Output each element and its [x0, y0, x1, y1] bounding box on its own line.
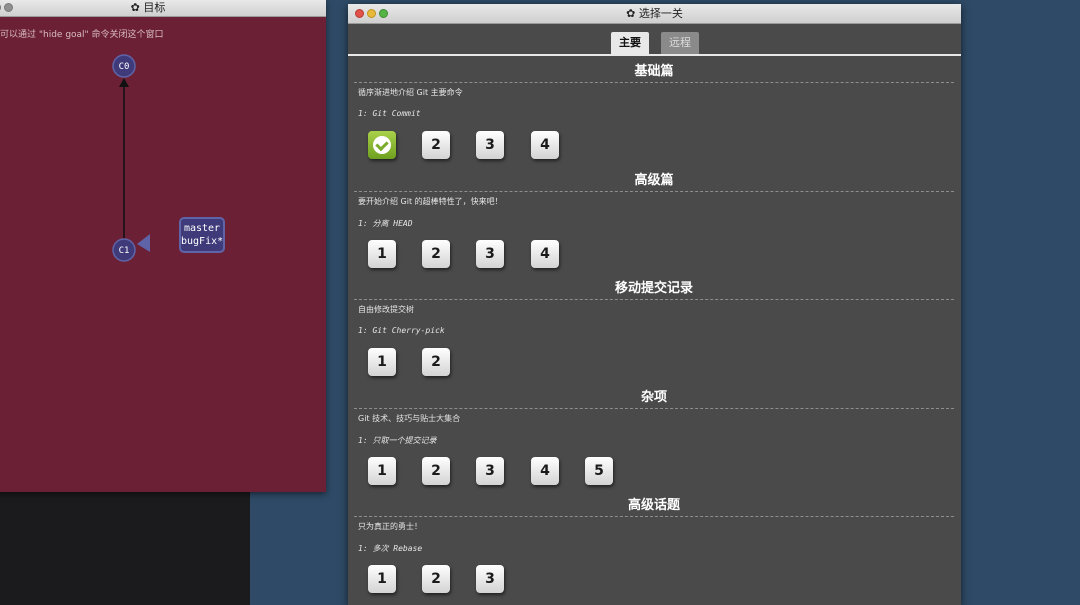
- tab-main[interactable]: 主要: [611, 32, 649, 54]
- section-moving-commits: 移动提交记录 自由修改提交树 1: Git Cherry-pick 1 2: [354, 279, 954, 376]
- level-button-3[interactable]: 3: [476, 240, 504, 268]
- section-advanced-topics: 高级话题 只为真正的勇士！ 1: 多次 Rebase 1 2 3: [354, 496, 954, 593]
- level-button-3[interactable]: 3: [476, 131, 504, 159]
- branch-bugfix: bugFix*: [181, 236, 224, 247]
- branch-pointer-arrow: [137, 234, 150, 252]
- section-description: 要开始介绍 Git 的超棒特性了，快来吧！: [358, 197, 503, 206]
- section-title: 移动提交记录: [354, 279, 954, 300]
- gear-icon: ✿: [626, 7, 636, 20]
- section-current-level: 1: 多次 Rebase: [358, 544, 423, 553]
- level-button-5[interactable]: 5: [585, 457, 613, 485]
- window-close-button[interactable]: [0, 3, 1, 12]
- commit-node-c1-label: C1: [119, 246, 130, 256]
- level-button-4[interactable]: 4: [531, 457, 559, 485]
- level-button-1[interactable]: [368, 131, 396, 159]
- branch-master: master: [183, 223, 221, 234]
- section-current-level: 1: 只取一个提交记录: [358, 436, 437, 445]
- section-description: 循序渐进地介绍 Git 主要命令: [358, 88, 463, 97]
- section-title: 杂项: [354, 388, 954, 409]
- section-current-level: 1: Git Commit: [358, 109, 421, 118]
- window-close-button[interactable]: [355, 9, 364, 18]
- level-button-1[interactable]: 1: [368, 240, 396, 268]
- window-minimize-button[interactable]: [4, 3, 13, 12]
- section-title: 高级篇: [354, 171, 954, 192]
- level-select-window: ✿ 选择一关 主要 远程 基础篇 循序渐进地介绍 Git 主要命令 1: Git…: [348, 4, 961, 605]
- level-window-title: 选择一关: [638, 7, 683, 20]
- level-button-1[interactable]: 1: [368, 565, 396, 593]
- branch-label[interactable]: master bugFix*: [179, 217, 225, 253]
- level-button-3[interactable]: 3: [476, 457, 504, 485]
- desktop-dark-area: [0, 490, 250, 605]
- gear-icon: ✿: [130, 1, 140, 14]
- section-description: 只为真正的勇士！: [358, 522, 422, 531]
- window-zoom-button[interactable]: [379, 9, 388, 18]
- level-button-2[interactable]: 2: [422, 565, 450, 593]
- edge-arrowhead: [119, 78, 129, 87]
- level-button-2[interactable]: 2: [422, 131, 450, 159]
- section-basics: 基础篇 循序渐进地介绍 Git 主要命令 1: Git Commit 2 3 4: [354, 62, 954, 159]
- level-button-2[interactable]: 2: [422, 348, 450, 376]
- goal-window: ✿ 目标 可以通过 "hide goal" 命令关闭这个窗口 C0 C1 mas…: [0, 0, 326, 492]
- level-button-1[interactable]: 1: [368, 457, 396, 485]
- tab-bar: 主要 远程: [348, 24, 961, 56]
- goal-window-title: 目标: [143, 1, 166, 14]
- tab-remote[interactable]: 远程: [661, 32, 699, 54]
- level-button-2[interactable]: 2: [422, 457, 450, 485]
- level-button-3[interactable]: 3: [476, 565, 504, 593]
- level-button-2[interactable]: 2: [422, 240, 450, 268]
- commit-graph: C0 C1: [112, 54, 150, 262]
- section-description: Git 技术、技巧与贴士大集合: [358, 414, 461, 423]
- goal-window-titlebar: ✿ 目标: [0, 0, 326, 17]
- section-description: 自由修改提交树: [358, 305, 414, 314]
- level-window-titlebar: ✿ 选择一关: [348, 4, 961, 24]
- section-title: 高级话题: [354, 496, 954, 517]
- check-icon: [373, 136, 391, 154]
- window-minimize-button[interactable]: [367, 9, 376, 18]
- level-button-4[interactable]: 4: [531, 240, 559, 268]
- section-advanced: 高级篇 要开始介绍 Git 的超棒特性了，快来吧！ 1: 分离 HEAD 1 2…: [354, 171, 954, 268]
- level-button-1[interactable]: 1: [368, 348, 396, 376]
- section-current-level: 1: 分离 HEAD: [358, 219, 413, 228]
- commit-node-c0-label: C0: [119, 62, 130, 72]
- section-current-level: 1: Git Cherry-pick: [358, 326, 445, 335]
- section-misc: 杂项 Git 技术、技巧与贴士大集合 1: 只取一个提交记录 1 2 3 4 5: [354, 388, 954, 485]
- level-button-4[interactable]: 4: [531, 131, 559, 159]
- section-title: 基础篇: [354, 62, 954, 83]
